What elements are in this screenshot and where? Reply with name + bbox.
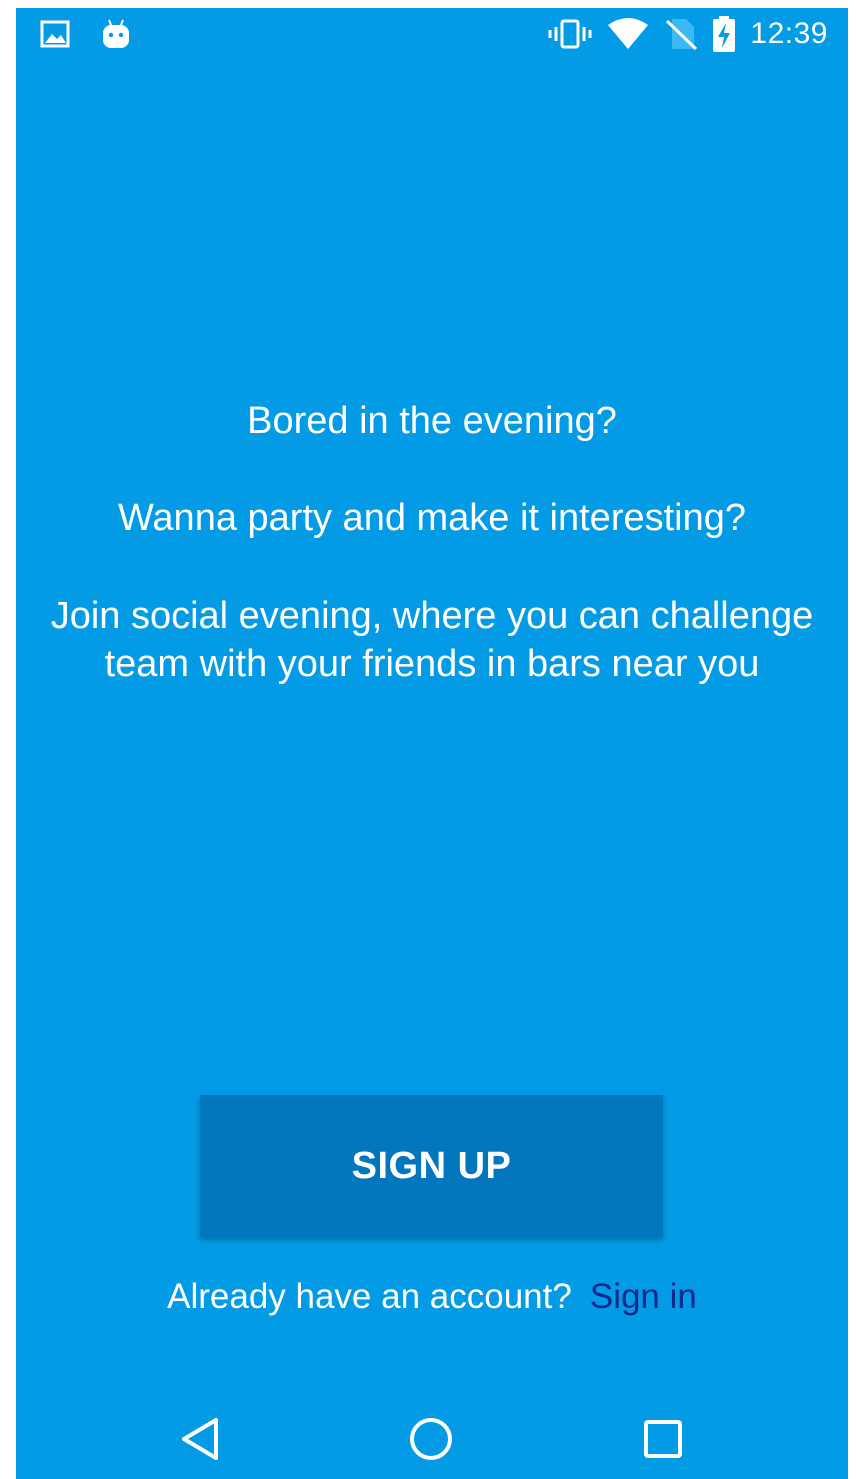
status-left-icons — [40, 18, 132, 50]
intro-description: Join social evening, where you can chall… — [50, 595, 814, 685]
android-icon — [100, 18, 132, 50]
status-bar: 12:39 — [16, 8, 848, 64]
image-icon — [40, 19, 70, 49]
recents-button[interactable] — [633, 1409, 693, 1469]
intro-party-text: Wanna party and make it interesting? — [117, 497, 747, 539]
recents-icon — [642, 1418, 684, 1460]
sign-up-button[interactable]: SIGN UP — [200, 1095, 663, 1237]
vibrate-icon — [548, 18, 592, 50]
home-icon — [408, 1416, 454, 1462]
sign-in-link[interactable]: Sign in — [590, 1277, 697, 1316]
status-right-icons: 12:39 — [548, 16, 828, 52]
sign-in-prompt: Already have an account? — [167, 1277, 572, 1316]
back-button[interactable] — [170, 1409, 230, 1469]
no-sim-icon — [664, 17, 698, 51]
battery-charging-icon — [712, 16, 736, 52]
navigation-bar — [16, 1395, 848, 1479]
back-icon — [178, 1415, 222, 1463]
app-screen: 12:39 Bored in the evening? Wanna party … — [16, 8, 848, 1479]
wifi-icon — [606, 17, 650, 51]
sign-in-row: Already have an account? Sign in — [16, 1274, 848, 1320]
status-time: 12:39 — [750, 17, 828, 50]
intro-question: Bored in the evening? — [247, 400, 617, 442]
home-button[interactable] — [401, 1409, 461, 1469]
